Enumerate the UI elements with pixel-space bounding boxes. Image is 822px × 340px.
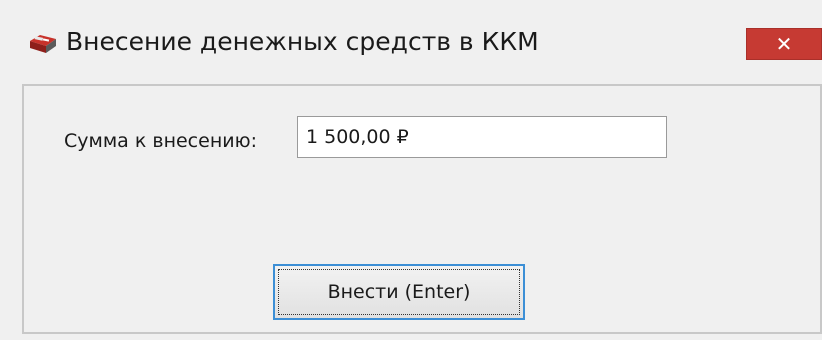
close-icon: ✕ [775,32,793,56]
window-title: Внесение денежных средств в ККМ [66,27,539,56]
title-bar[interactable]: Внесение денежных средств в ККМ ✕ [0,0,822,84]
amount-label: Сумма к внесению: [64,130,257,152]
cash-deposit-dialog: Внесение денежных средств в ККМ ✕ Сумма … [0,0,822,340]
deposit-button-label: Внести (Enter) [278,269,520,315]
dialog-content: Сумма к внесению: Внести (Enter) [22,84,822,334]
deposit-button[interactable]: Внести (Enter) [273,264,525,320]
amount-input[interactable] [297,116,667,158]
cash-register-icon [28,33,58,55]
close-button[interactable]: ✕ [746,28,822,60]
